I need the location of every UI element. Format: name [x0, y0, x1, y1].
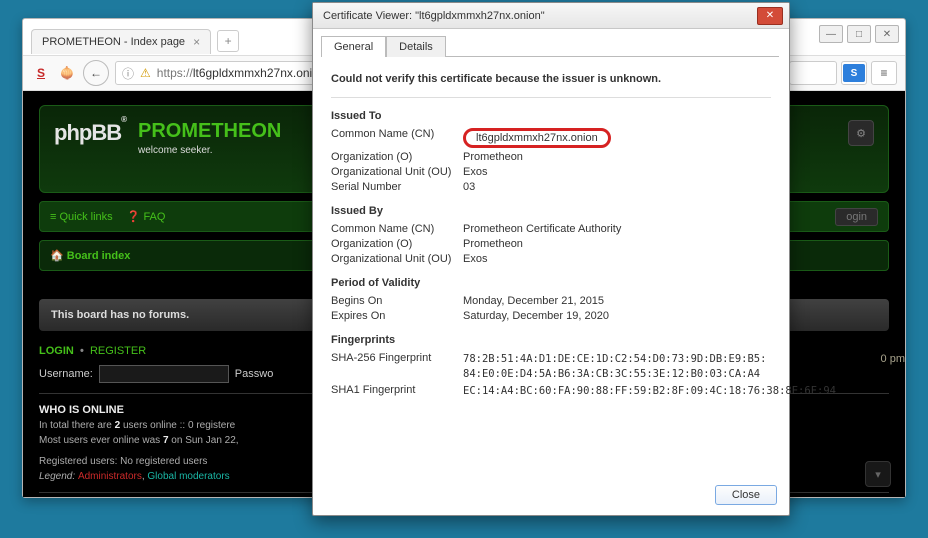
issued-to-ou: Exos [463, 166, 771, 178]
menu-button[interactable]: ≡ [871, 61, 897, 85]
admins-link[interactable]: Administrators [78, 471, 142, 482]
info-icon[interactable]: ⓘ [122, 65, 134, 82]
username-label: Username: [39, 368, 93, 380]
issued-by-heading: Issued By [331, 205, 771, 217]
issued-to-heading: Issued To [331, 110, 771, 122]
search-box[interactable] [789, 61, 837, 85]
close-button[interactable]: Close [715, 485, 777, 505]
tab-general[interactable]: General [321, 36, 386, 57]
dialog-body: Could not verify this certificate becaus… [323, 56, 779, 415]
sha256-value: 78:2B:51:4A:D1:DE:CE:1D:C2:54:D0:73:9D:D… [463, 352, 836, 381]
dialog-titlebar[interactable]: Certificate Viewer: "lt6gpldxmmxh27nx.on… [313, 3, 789, 29]
username-input[interactable] [99, 365, 229, 383]
quick-links-menu[interactable]: ≡ Quick links [50, 211, 113, 223]
issued-to-o: Prometheon [463, 151, 771, 163]
label-sha1: SHA1 Fingerprint [331, 384, 463, 399]
tab-close-icon[interactable]: × [193, 35, 200, 49]
issued-to-serial: 03 [463, 181, 771, 193]
back-button[interactable]: ← [83, 60, 109, 86]
certificate-dialog: Certificate Viewer: "lt6gpldxmmxh27nx.on… [312, 2, 790, 516]
scroll-bottom-icon[interactable]: ▾ [865, 461, 891, 487]
verify-message: Could not verify this certificate becaus… [331, 73, 661, 85]
tab-details[interactable]: Details [386, 36, 446, 57]
label-ou: Organizational Unit (OU) [331, 166, 463, 178]
welcome-text: welcome seeker. [138, 145, 281, 156]
label-cn: Common Name (CN) [331, 128, 463, 148]
url-text: https://lt6gpldxmmxh27nx.onion [157, 66, 326, 80]
time-text: 0 pm [881, 353, 905, 365]
tab-title: PROMETHEON - Index page [42, 36, 185, 48]
label-expires: Expires On [331, 310, 463, 322]
login-link[interactable]: LOGIN [39, 345, 74, 357]
board-index-link[interactable]: 🏠 Board index [50, 249, 130, 262]
label-o: Organization (O) [331, 151, 463, 163]
sha1-value: EC:14:A4:BC:60:FA:90:88:FF:59:B2:8F:09:4… [463, 384, 836, 399]
moderators-link[interactable]: Global moderators [147, 471, 229, 482]
validity-expires: Saturday, December 19, 2020 [463, 310, 771, 322]
register-link[interactable]: REGISTER [90, 345, 146, 357]
dialog-close-icon[interactable]: ✕ [757, 7, 783, 25]
validity-heading: Period of Validity [331, 277, 771, 289]
issued-by-o: Prometheon [463, 238, 771, 250]
lock-warning-icon[interactable]: ⚠ [140, 66, 151, 80]
issued-by-ou: Exos [463, 253, 771, 265]
issued-to-cn: lt6gpldxmmxh27nx.onion [463, 128, 771, 148]
faq-link[interactable]: ❓ FAQ [127, 210, 166, 223]
label-sha256: SHA-256 Fingerprint [331, 352, 463, 381]
browser-tab[interactable]: PROMETHEON - Index page × [31, 29, 211, 54]
label-begins: Begins On [331, 295, 463, 307]
fingerprints-heading: Fingerprints [331, 334, 771, 346]
validity-begins: Monday, December 21, 2015 [463, 295, 771, 307]
app-s-button[interactable]: S [841, 61, 867, 85]
window-maximize-button[interactable]: □ [847, 25, 871, 43]
gear-icon[interactable]: ⚙ [848, 120, 874, 146]
issued-by-cn: Prometheon Certificate Authority [463, 223, 771, 235]
onion-icon[interactable]: 🧅 [57, 63, 77, 83]
label-serial: Serial Number [331, 181, 463, 193]
phpbb-logo: phpBB® [54, 120, 126, 145]
password-label: Passwo [235, 368, 274, 380]
login-button[interactable]: ogin [835, 208, 878, 226]
window-close-button[interactable]: ✕ [875, 25, 899, 43]
addon-s-icon[interactable]: S [31, 63, 51, 83]
window-minimize-button[interactable]: — [819, 25, 843, 43]
site-title[interactable]: PROMETHEON [138, 120, 281, 143]
dialog-title-text: Certificate Viewer: "lt6gpldxmmxh27nx.on… [323, 10, 545, 22]
new-tab-button[interactable]: + [217, 30, 239, 52]
